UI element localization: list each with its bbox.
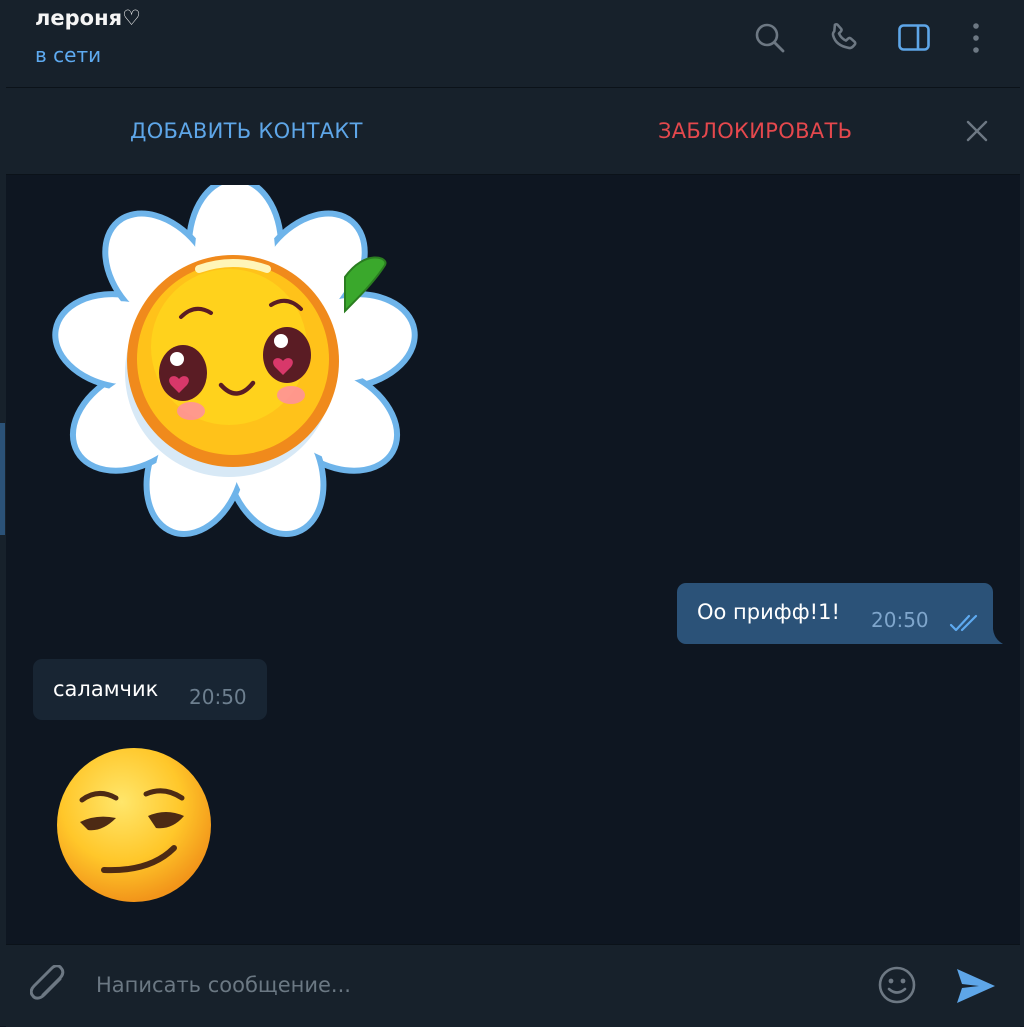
chat-title[interactable]: лероня♡	[35, 6, 141, 30]
sidebar-toggle-icon[interactable]	[896, 20, 932, 56]
close-icon[interactable]	[961, 115, 993, 147]
chamomile-sticker[interactable]	[38, 176, 430, 559]
search-icon[interactable]	[752, 20, 788, 56]
message-input[interactable]	[96, 965, 856, 1005]
message-text: саламчик	[53, 677, 159, 701]
phone-icon[interactable]	[825, 20, 861, 56]
bubble-tail	[990, 629, 1003, 644]
incoming-message-bubble[interactable]: саламчик 20:50	[33, 659, 267, 720]
message-text: Оо прифф!1!	[697, 600, 840, 624]
chat-header[interactable]: лероня♡ в сети	[6, 0, 1020, 88]
message-time: 20:50	[871, 608, 929, 632]
double-check-read-icon	[949, 613, 983, 637]
message-time: 20:50	[189, 685, 247, 709]
more-vertical-icon[interactable]	[958, 20, 994, 56]
message-composer	[6, 944, 1020, 1027]
online-status: в сети	[35, 43, 102, 67]
send-icon[interactable]	[953, 965, 997, 1011]
block-user-button[interactable]: ЗАБЛОКИРОВАТЬ	[658, 119, 852, 143]
contact-action-bar: ДОБАВИТЬ КОНТАКТ ЗАБЛОКИРОВАТЬ	[6, 88, 1020, 175]
attach-paperclip-icon[interactable]	[29, 964, 70, 1011]
outgoing-message-bubble[interactable]: Оо прифф!1! 20:50	[677, 583, 993, 644]
add-contact-button[interactable]: ДОБАВИТЬ КОНТАКТ	[130, 119, 363, 143]
emoji-smile-icon[interactable]	[877, 965, 917, 1009]
smirking-face-emoji[interactable]	[54, 746, 214, 908]
right-panel-edge	[1020, 0, 1024, 1026]
left-panel-selection-indicator	[0, 423, 5, 535]
